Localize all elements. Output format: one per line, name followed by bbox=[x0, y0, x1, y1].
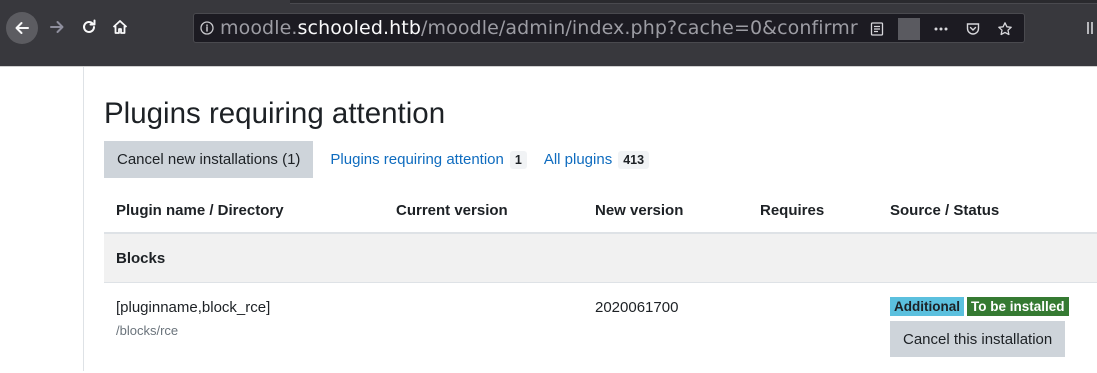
tab-strip-edge bbox=[290, 0, 1097, 4]
arrow-right-icon bbox=[50, 21, 64, 33]
source-badge: Additional bbox=[890, 297, 964, 316]
library-icon[interactable] bbox=[1085, 16, 1097, 40]
arrow-left-icon bbox=[15, 22, 29, 34]
home-icon bbox=[112, 20, 128, 34]
url-text[interactable]: moodle.schooled.htb/moodle/admin/index.p… bbox=[220, 17, 900, 39]
table-header: Plugin name / Directory Current version … bbox=[104, 185, 1097, 234]
url-path: /moodle/admin/index.php?cache=0&confirmr bbox=[421, 17, 858, 39]
plugin-filter-tabs: Cancel new installations (1) Plugins req… bbox=[104, 141, 650, 178]
address-bar[interactable]: moodle.schooled.htb/moodle/admin/index.p… bbox=[193, 13, 1025, 43]
status-badges: Additional To be installed bbox=[890, 297, 1069, 316]
new-version: 2020061700 bbox=[595, 299, 679, 316]
back-button[interactable] bbox=[6, 12, 38, 44]
column-header-plugin-name: Plugin name / Directory bbox=[116, 202, 284, 219]
count-badge: 1 bbox=[509, 150, 527, 169]
reload-button[interactable] bbox=[76, 14, 102, 40]
column-header-source-status: Source / Status bbox=[890, 202, 1000, 219]
table-row: [pluginname,block_rce] /blocks/rce 20200… bbox=[104, 283, 1097, 373]
reader-view-icon[interactable] bbox=[866, 18, 888, 40]
site-info-icon[interactable] bbox=[194, 21, 220, 35]
browser-toolbar: moodle.schooled.htb/moodle/admin/index.p… bbox=[0, 0, 1097, 66]
forward-button[interactable] bbox=[44, 14, 70, 40]
plugin-name: [pluginname,block_rce] bbox=[116, 299, 271, 316]
page-title: Plugins requiring attention bbox=[104, 97, 446, 130]
tab-plugins-requiring-attention[interactable]: Plugins requiring attention 1 bbox=[330, 150, 527, 169]
tab-all-plugins[interactable]: All plugins 413 bbox=[543, 150, 650, 169]
home-button[interactable] bbox=[107, 14, 133, 40]
plugin-type-group-row: Blocks bbox=[104, 234, 1097, 283]
divider bbox=[898, 18, 920, 40]
count-badge: 413 bbox=[618, 150, 650, 169]
status-badge: To be installed bbox=[967, 297, 1069, 316]
cancel-this-installation-button[interactable]: Cancel this installation bbox=[890, 321, 1066, 357]
bookmark-star-icon[interactable] bbox=[994, 18, 1016, 40]
cancel-new-installations-button[interactable]: Cancel new installations (1) bbox=[104, 141, 314, 178]
moodle-page: Plugins requiring attention Cancel new i… bbox=[0, 66, 1097, 371]
plugin-directory: /blocks/rce bbox=[116, 323, 179, 338]
url-prefix: moodle. bbox=[220, 17, 298, 39]
column-header-new-version: New version bbox=[595, 202, 684, 219]
drawer-divider bbox=[83, 67, 84, 371]
more-actions-icon[interactable] bbox=[930, 18, 952, 40]
url-host: schooled.htb bbox=[297, 17, 421, 39]
pocket-icon[interactable] bbox=[962, 18, 984, 40]
column-header-requires: Requires bbox=[760, 202, 825, 219]
reload-icon bbox=[83, 19, 96, 33]
tab-label: Plugins requiring attention bbox=[330, 151, 504, 168]
address-bar-actions bbox=[866, 18, 1016, 40]
tab-label: All plugins bbox=[543, 151, 613, 168]
plugins-table: Plugin name / Directory Current version … bbox=[104, 185, 1097, 357]
column-header-current-version: Current version bbox=[396, 202, 508, 219]
group-label: Blocks bbox=[116, 250, 166, 267]
